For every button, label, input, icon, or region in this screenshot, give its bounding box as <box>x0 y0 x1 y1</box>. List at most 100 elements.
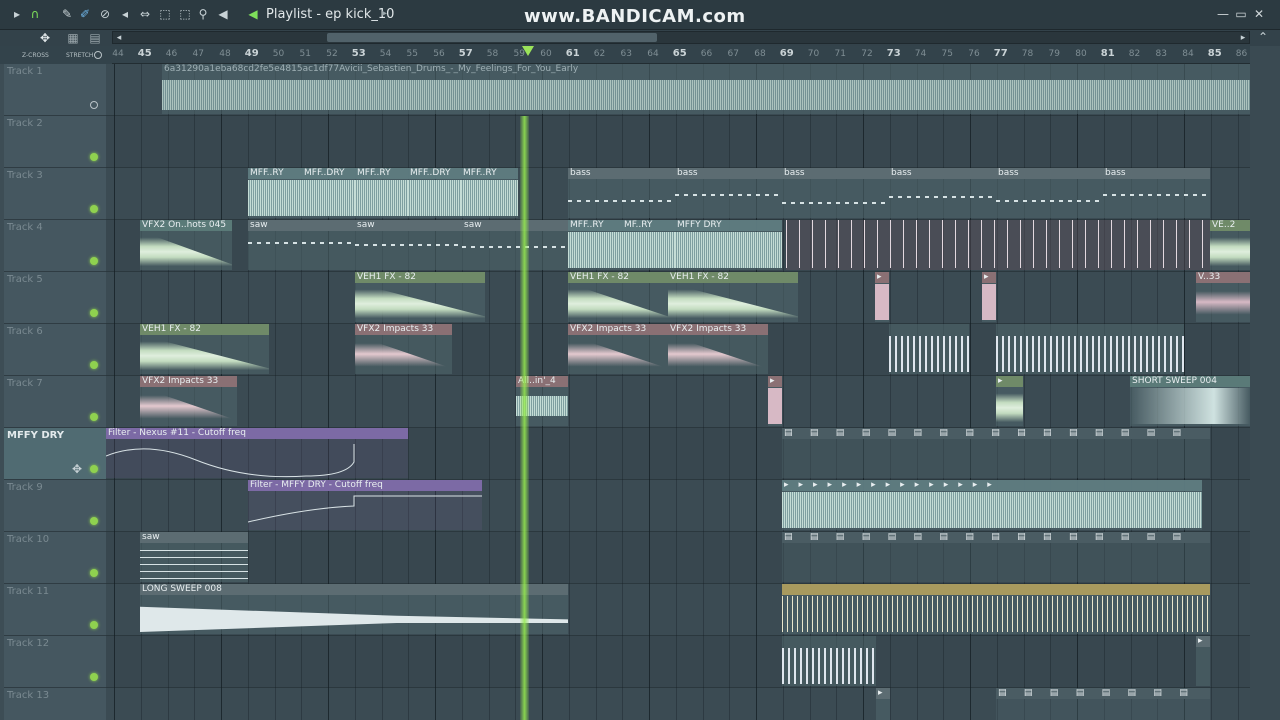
audio-clip[interactable]: VE..2 <box>1210 220 1250 270</box>
select-icon[interactable]: ⬚ <box>158 7 172 21</box>
track-enable-led[interactable] <box>90 621 98 629</box>
audio-clip[interactable]: ▸ <box>875 272 889 322</box>
track-lane[interactable] <box>106 636 1250 688</box>
zoom-icon[interactable]: ⚲ <box>196 7 210 21</box>
audio-clip[interactable]: ▸ <box>982 272 996 322</box>
track-enable-led[interactable] <box>90 257 98 265</box>
close-button[interactable]: ✕ <box>1252 6 1266 22</box>
playhead[interactable] <box>520 116 529 720</box>
pattern-clip[interactable]: ▸ <box>876 688 890 720</box>
audio-clip[interactable]: VFX2 Impacts 33 <box>568 324 668 374</box>
brush-icon[interactable]: ✐ <box>78 7 92 21</box>
play-icon[interactable]: ◀ <box>246 7 260 21</box>
pattern-clip[interactable]: ▸ <box>1196 636 1210 686</box>
track-enable-led[interactable] <box>90 153 98 161</box>
pattern-clip[interactable]: saw <box>462 220 568 270</box>
horizontal-scrollbar[interactable] <box>112 31 1250 44</box>
track-header[interactable]: Track 7 <box>4 376 106 428</box>
audio-clip[interactable]: SHORT SWEEP 004 <box>1130 376 1250 426</box>
timeline-ruler[interactable]: 44 45 46 47 48 49 50 51 52 53 54 55 56 57 58 59 60 61 62 63… <box>112 46 1250 64</box>
track-header[interactable]: Track 10 <box>4 532 106 584</box>
pattern-clip[interactable]: bass <box>675 168 782 218</box>
audio-clip[interactable]: VEH1 FX - 82 <box>355 272 485 322</box>
minimize-button[interactable]: — <box>1216 6 1230 22</box>
scrollbar-thumb[interactable] <box>327 33 657 42</box>
pattern-clip[interactable] <box>786 220 1210 270</box>
scroll-right-icon[interactable]: ▸ <box>1236 31 1250 45</box>
pattern-clip[interactable]: ▤▤▤▤▤▤▤▤▤▤▤▤▤▤▤▤ <box>782 428 1210 478</box>
audio-clip[interactable]: ▸▸▸▸▸▸▸▸▸▸▸▸▸▸▸ <box>782 480 1202 530</box>
audio-clip[interactable]: MF..RY <box>622 220 675 270</box>
pattern-clip[interactable]: saw <box>248 220 355 270</box>
automation-clip[interactable]: Filter - Nexus #11 - Cutoff freq <box>106 428 408 478</box>
maximize-button[interactable]: ▭ <box>1234 6 1248 22</box>
track-header[interactable]: Track 1 <box>4 64 106 116</box>
pattern-clip[interactable] <box>782 636 876 686</box>
pattern-clip[interactable]: ▤▤▤▤▤▤▤▤▤▤▤▤▤▤▤▤ <box>782 532 1210 582</box>
automation-clip[interactable]: Filter - MFFY DRY - Cutoff freq <box>248 480 482 530</box>
pattern-clip[interactable] <box>889 324 969 374</box>
grid-icon[interactable]: ▦ <box>66 31 80 45</box>
magnet-icon[interactable]: ∩ <box>28 7 42 21</box>
audio-clip[interactable]: VEH1 FX - 82 <box>668 272 798 322</box>
pattern-clip[interactable]: saw <box>140 532 248 582</box>
audio-clip[interactable]: MFFY DRY <box>675 220 782 270</box>
track-header[interactable]: Track 4 <box>4 220 106 272</box>
track-header[interactable]: Track 9 <box>4 480 106 532</box>
track-header[interactable]: Track 2 <box>4 116 106 168</box>
playlist-grid[interactable]: 6a31290a1eba68cd2fe5e4815ac1df77Avicii_S… <box>106 64 1250 720</box>
audio-clip[interactable]: 6a31290a1eba68cd2fe5e4815ac1df77Avicii_S… <box>162 64 1250 114</box>
scroll-up-icon[interactable]: ⌃ <box>1256 30 1270 44</box>
audio-clip[interactable]: VFX2 On..hots 045 <box>140 220 232 270</box>
stretch-label[interactable]: STRETCH <box>66 52 93 59</box>
track-enable-led[interactable] <box>90 309 98 317</box>
arrow-right-icon[interactable]: ▸ <box>10 7 24 21</box>
track-lane[interactable] <box>106 116 1250 168</box>
track-header[interactable]: Track 3 <box>4 168 106 220</box>
slice-icon[interactable]: ◂ <box>118 7 132 21</box>
audio-clip[interactable]: VFX2 Impacts 33 <box>668 324 768 374</box>
pattern-clip[interactable] <box>996 324 1184 374</box>
move-icon[interactable]: ✥ <box>38 31 52 45</box>
audio-clip[interactable]: MFF..RY <box>248 168 302 218</box>
song-position-marker[interactable] <box>522 46 534 56</box>
audio-clip[interactable]: VFX2 Impacts 33 <box>355 324 452 374</box>
zcross-label[interactable]: Z-CROSS <box>22 52 49 59</box>
stretch-toggle[interactable] <box>94 51 102 59</box>
pattern-clip[interactable]: saw <box>355 220 462 270</box>
audio-clip[interactable]: LONG SWEEP 008 <box>140 584 568 634</box>
audio-clip[interactable]: ▸ <box>996 376 1023 426</box>
track-enable-led[interactable] <box>90 465 98 473</box>
chevron-right-icon[interactable]: ▸ <box>382 8 387 19</box>
move-icon[interactable]: ✥ <box>70 462 84 476</box>
select-box-icon[interactable]: ⬚ <box>178 7 192 21</box>
track-lane[interactable] <box>106 376 1250 428</box>
audio-clip[interactable]: VEH1 FX - 82 <box>568 272 668 322</box>
scroll-left-icon[interactable]: ◂ <box>112 31 126 45</box>
audio-clip[interactable]: MFF..RY <box>461 168 518 218</box>
pattern-clip[interactable]: bass <box>1103 168 1210 218</box>
pattern-clip[interactable]: bass <box>996 168 1103 218</box>
audio-clip[interactable]: V..33 <box>1196 272 1250 322</box>
track-enable-led[interactable] <box>90 205 98 213</box>
track-enable-led[interactable] <box>90 569 98 577</box>
track-header[interactable]: Track 12 <box>4 636 106 688</box>
mute-icon[interactable]: ⊘ <box>98 7 112 21</box>
track-header[interactable]: Track 5 <box>4 272 106 324</box>
snap-icon[interactable]: ▤ <box>88 31 102 45</box>
pattern-clip[interactable]: ▤▤▤▤▤▤▤▤ <box>996 688 1210 720</box>
track-header[interactable]: MFFY DRY <box>4 428 106 480</box>
audio-clip[interactable]: MFF..RY <box>355 168 408 218</box>
speaker-icon[interactable]: ◀ <box>216 7 230 21</box>
audio-clip[interactable]: VEH1 FX - 82 <box>140 324 269 374</box>
pattern-clip[interactable]: bass <box>568 168 675 218</box>
track-enable-led[interactable] <box>90 517 98 525</box>
audio-clip[interactable]: VFX2 Impacts 33 <box>140 376 237 426</box>
track-header[interactable]: Track 13 <box>4 688 106 720</box>
audio-clip[interactable]: MFF..DRY <box>408 168 461 218</box>
pencil-icon[interactable]: ✎ <box>60 7 74 21</box>
audio-clip[interactable]: ▸ <box>768 376 782 426</box>
track-enable-led[interactable] <box>90 413 98 421</box>
track-header[interactable]: Track 6 <box>4 324 106 376</box>
slip-icon[interactable]: ⇔ <box>138 7 152 21</box>
